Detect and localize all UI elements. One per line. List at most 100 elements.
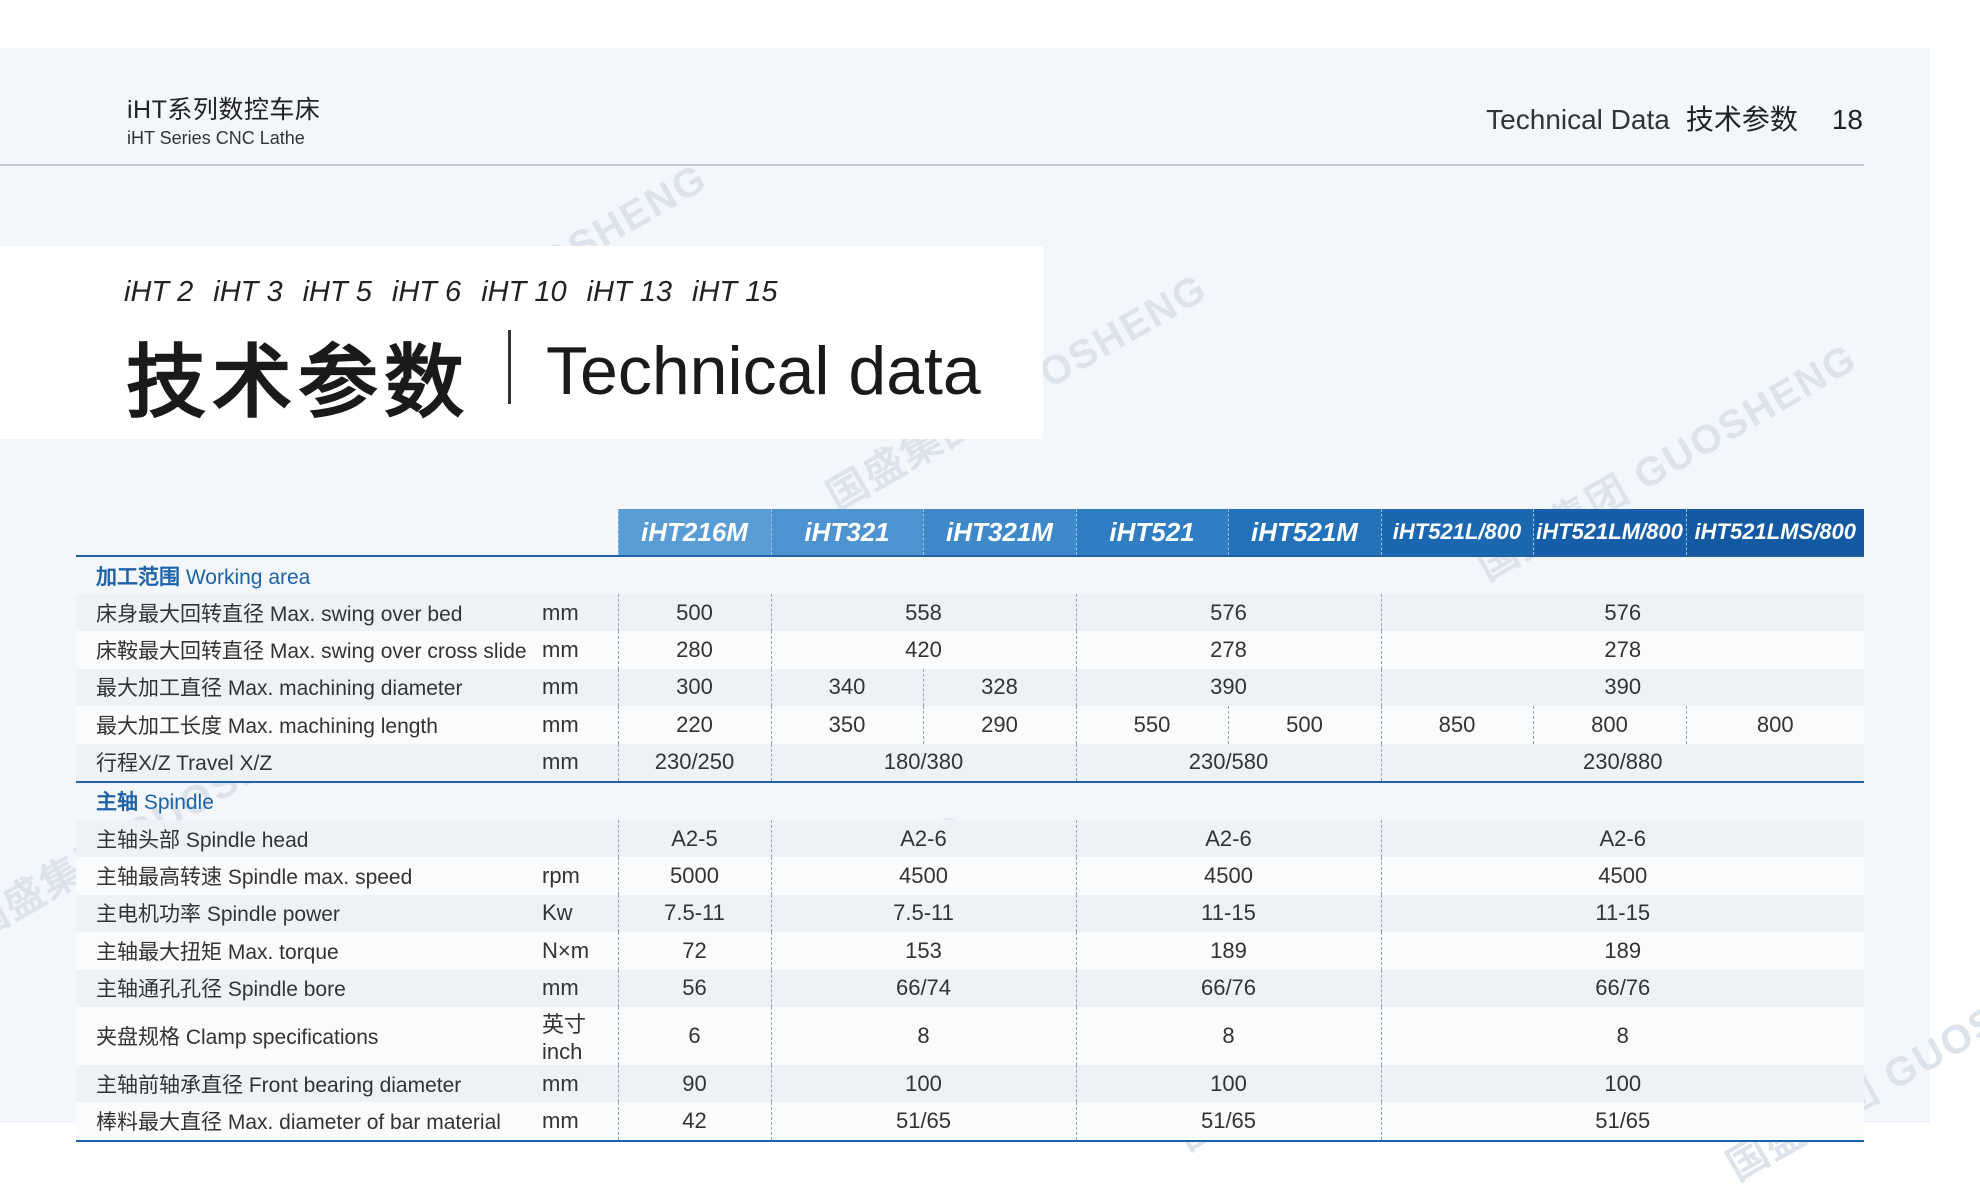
row-label: 最大加工直径 Max. machining diameter <box>76 668 536 707</box>
column-header: iHT321 <box>770 509 923 556</box>
row-unit <box>536 819 618 858</box>
title-divider <box>508 330 511 404</box>
section-title-cn: 主轴 <box>96 791 138 815</box>
table-cell: 550 <box>1075 706 1228 744</box>
table-cell: 230/580 <box>1075 743 1381 782</box>
table-row: 床身最大回转直径 Max. swing over bed mm 500 558 … <box>76 594 1864 632</box>
table-cell: 800 <box>1532 706 1686 744</box>
row-label: 床鞍最大回转直径 Max. swing over cross slide <box>76 631 536 669</box>
table-cell: 100 <box>1380 1064 1864 1103</box>
row-unit: mm <box>536 668 618 707</box>
table-cell: 189 <box>1380 932 1864 970</box>
column-header: iHT521LMS/800 <box>1685 509 1864 556</box>
row-label: 主轴最大扭矩 Max. torque <box>76 932 536 970</box>
table-cell: A2-6 <box>770 819 1076 858</box>
table-cell: 390 <box>1380 668 1864 707</box>
table-cell: 558 <box>770 594 1076 632</box>
table-cell: 278 <box>1075 631 1381 669</box>
table-cell: 72 <box>617 932 771 970</box>
table-cell: 500 <box>1227 706 1381 744</box>
page-number: 18 <box>1831 104 1863 135</box>
document-title-cn: iHT系列数控车床 <box>127 96 321 124</box>
row-unit: mm <box>536 1064 618 1103</box>
table-cell: 420 <box>770 631 1076 669</box>
column-header: iHT521M <box>1227 509 1381 556</box>
table-row: 最大加工直径 Max. machining diameter mm 300 34… <box>76 668 1864 707</box>
table-row: 行程X/Z Travel X/Z mm 230/250 180/380 230/… <box>76 743 1864 782</box>
table-cell: 278 <box>1380 631 1864 669</box>
table-cell: 180/380 <box>770 743 1076 782</box>
column-header: iHT321M <box>922 509 1076 556</box>
table-cell: 4500 <box>770 857 1076 895</box>
row-label: 主轴通孔孔径 Spindle bore <box>76 969 536 1007</box>
table-row: 主轴最大扭矩 Max. torque N×m 72 153 189 189 <box>76 932 1864 970</box>
table-cell: 850 <box>1380 706 1533 744</box>
table-cell: 42 <box>617 1102 771 1142</box>
model-name: iHT 15 <box>692 276 778 308</box>
table-cell: 4500 <box>1075 857 1381 895</box>
table-cell: 90 <box>617 1064 771 1103</box>
table-cell: 11-15 <box>1075 894 1381 933</box>
table-cell: A2-5 <box>617 819 771 858</box>
table-cell: 4500 <box>1380 857 1864 895</box>
table-row: 主轴头部 Spindle head A2-5 A2-6 A2-6 A2-6 <box>76 819 1864 858</box>
row-unit: mm <box>536 706 618 744</box>
table-cell: 390 <box>1075 668 1381 707</box>
table-cell: 340 <box>770 668 923 707</box>
row-label: 主电机功率 Spindle power <box>76 894 536 933</box>
document-title: iHT系列数控车床 iHT Series CNC Lathe <box>127 90 320 149</box>
header-blank <box>76 509 618 556</box>
table-cell: 66/74 <box>770 969 1076 1007</box>
row-label: 主轴头部 Spindle head <box>76 819 536 858</box>
section-title-cn: 加工范围 <box>96 565 180 589</box>
section-title-en: Technical Data <box>1486 104 1670 135</box>
section-header-row: 主轴 Spindle <box>76 780 1864 820</box>
model-name: iHT 3 <box>213 276 283 308</box>
table-cell: 576 <box>1075 594 1381 632</box>
column-header: iHT521 <box>1075 509 1228 556</box>
table-row: 主轴最高转速 Spindle max. speed rpm 5000 4500 … <box>76 857 1864 895</box>
table-cell: 8 <box>1075 1006 1381 1065</box>
row-label: 棒料最大直径 Max. diameter of bar material <box>76 1102 536 1142</box>
table-cell: 8 <box>1380 1006 1864 1065</box>
row-label: 床身最大回转直径 Max. swing over bed <box>76 594 536 632</box>
section-header: Technical Data 技术参数 18 <box>1486 98 1863 138</box>
row-label: 主轴最高转速 Spindle max. speed <box>76 857 536 895</box>
table-cell: 100 <box>770 1064 1076 1103</box>
page-title-en: Technical data <box>546 333 981 409</box>
column-header: iHT521L/800 <box>1380 509 1533 556</box>
table-cell: 51/65 <box>1075 1102 1381 1142</box>
table-cell: 51/65 <box>1380 1102 1864 1142</box>
column-header: iHT216M <box>617 509 771 556</box>
table-cell: 56 <box>617 969 771 1007</box>
table-cell: 8 <box>770 1006 1076 1065</box>
table-cell: 350 <box>770 706 923 744</box>
row-unit: 英寸inch <box>536 1006 618 1065</box>
table-cell: 800 <box>1685 706 1864 744</box>
row-label: 夹盘规格 Clamp specifications <box>76 1006 536 1065</box>
model-list: iHT 2 iHT 3 iHT 5 iHT 6 iHT 10 iHT 13 iH… <box>124 276 777 309</box>
table-row: 主轴前轴承直径 Front bearing diameter mm 90 100… <box>76 1064 1864 1103</box>
column-header: iHT521LM/800 <box>1532 509 1686 556</box>
model-name: iHT 13 <box>586 276 673 308</box>
row-unit: Kw <box>536 894 618 933</box>
table-cell: 153 <box>770 932 1076 970</box>
table-cell: 576 <box>1380 594 1864 632</box>
table-cell: 230/250 <box>617 743 771 782</box>
section-header-row: 加工范围 Working area <box>76 555 1864 594</box>
table-row: 主轴通孔孔径 Spindle bore mm 56 66/74 66/76 66… <box>76 969 1864 1007</box>
section-title: 主轴 Spindle <box>76 780 1864 820</box>
row-label: 行程X/Z Travel X/Z <box>76 743 536 782</box>
section-title-en: Spindle <box>143 791 214 815</box>
table-cell: 7.5-11 <box>617 894 771 933</box>
table-row: 床鞍最大回转直径 Max. swing over cross slide mm … <box>76 631 1864 669</box>
table-row: 棒料最大直径 Max. diameter of bar material mm … <box>76 1102 1864 1142</box>
row-unit: mm <box>536 594 618 632</box>
table-cell: 7.5-11 <box>770 894 1076 933</box>
document-title-en: iHT Series CNC Lathe <box>127 128 305 148</box>
table-row: 夹盘规格 Clamp specifications 英寸inch 6 8 8 8 <box>76 1006 1864 1065</box>
model-name: iHT 2 <box>124 276 194 308</box>
table-cell: 66/76 <box>1380 969 1864 1007</box>
table-cell: A2-6 <box>1380 819 1864 858</box>
table-cell: 328 <box>922 668 1076 707</box>
